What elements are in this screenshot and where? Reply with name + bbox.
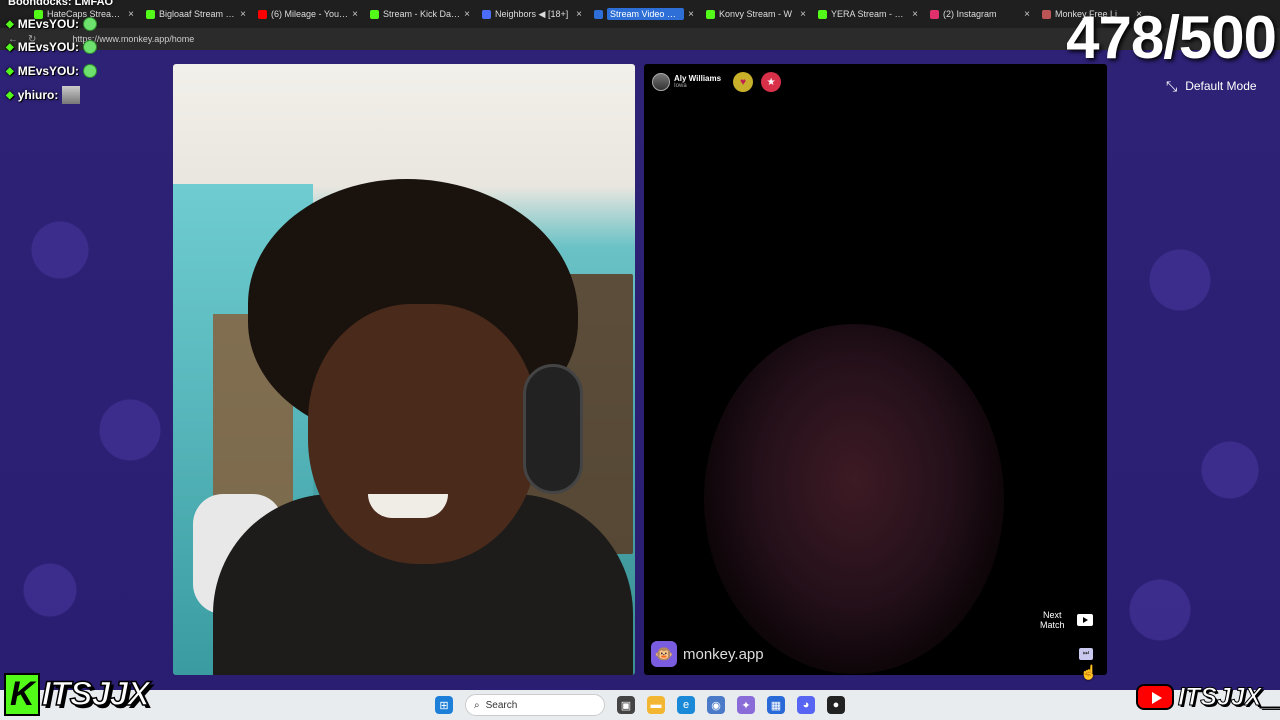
default-mode-label: Default Mode bbox=[1185, 79, 1257, 93]
tab-close-icon[interactable]: × bbox=[576, 9, 582, 20]
next-match-label: Next Match bbox=[1040, 610, 1065, 630]
tab-favicon-icon bbox=[258, 9, 267, 19]
tab-favicon-icon bbox=[482, 9, 491, 19]
browser-tab[interactable]: Stream - Kick Dashb × bbox=[364, 3, 476, 25]
video-person-face bbox=[308, 304, 538, 564]
avatar[interactable] bbox=[652, 73, 670, 91]
local-video-feed bbox=[173, 64, 635, 675]
tab-close-icon[interactable]: × bbox=[912, 9, 918, 20]
tab-label: Stream - Kick Dashb bbox=[383, 9, 461, 19]
browser-tab[interactable]: Neighbors ◀ [18+] × bbox=[476, 3, 588, 25]
brand-text: monkey.app bbox=[683, 645, 764, 663]
chat-line: ◆ yhiuro: bbox=[6, 83, 97, 107]
tab-close-icon[interactable]: × bbox=[464, 9, 470, 20]
tab-label: (6) Mileage - YouTub bbox=[271, 9, 349, 19]
browser-tab[interactable]: Konvy Stream - W × bbox=[700, 3, 812, 25]
kick-gem-icon: ◆ bbox=[6, 65, 14, 77]
app-icon[interactable]: ✦ bbox=[737, 696, 755, 714]
tab-label: Neighbors ◀ [18+] bbox=[495, 8, 569, 19]
tab-close-icon[interactable]: × bbox=[1024, 9, 1030, 20]
youtube-channel-logo: ITSJJX__ bbox=[1136, 680, 1280, 714]
tab-label: Bigloaaf Stream - W bbox=[159, 9, 237, 19]
remote-person bbox=[704, 324, 1004, 674]
discord-icon[interactable]: ◕ bbox=[797, 696, 815, 714]
taskbar-search[interactable]: ⌕ Search bbox=[465, 694, 605, 716]
chat-line: ◆ MEvsYOU: bbox=[6, 13, 98, 35]
collapse-icon: ⤡ bbox=[1166, 77, 1178, 94]
browser-tab[interactable]: Stream Video Content× bbox=[588, 3, 700, 25]
kick-gem-icon: ◆ bbox=[6, 41, 14, 53]
emote-image-icon bbox=[62, 86, 81, 104]
kick-gem-icon: ◆ bbox=[6, 18, 14, 30]
pointer-cursor-icon: ☝ bbox=[1080, 664, 1098, 680]
emote-icon bbox=[83, 17, 98, 31]
remote-video-feed: Aly Williams Iowa ♥ ★ Next Match ⏭ 🐵 mon… bbox=[644, 64, 1107, 675]
tab-close-icon[interactable]: × bbox=[128, 9, 134, 20]
tab-close-icon[interactable]: × bbox=[800, 9, 806, 20]
kick-icon: K bbox=[4, 672, 40, 716]
play-icon bbox=[1076, 614, 1093, 626]
edge-browser-icon[interactable]: e bbox=[677, 696, 695, 714]
browser-tab[interactable]: (2) Instagram × bbox=[924, 3, 1036, 25]
youtube-handle: ITSJJX__ bbox=[1177, 682, 1280, 711]
tab-favicon-icon bbox=[818, 9, 827, 19]
headphones bbox=[523, 364, 583, 494]
app-icon[interactable]: ◉ bbox=[707, 696, 725, 714]
chat-line: ◆ MEvsYOU: bbox=[6, 59, 98, 83]
tab-close-icon[interactable]: × bbox=[688, 9, 694, 20]
kick-channel-logo: K ITSJJX bbox=[4, 672, 151, 716]
heart-badge-icon[interactable]: ♥ bbox=[733, 72, 754, 92]
tab-close-icon[interactable]: × bbox=[352, 9, 358, 20]
browser-tab[interactable]: Bigloaaf Stream - W × bbox=[140, 3, 252, 25]
chat-line: ◆ MEvsYOU: bbox=[6, 35, 98, 59]
windows-start-icon[interactable]: ⊞ bbox=[435, 696, 453, 714]
video-person-smile bbox=[368, 494, 448, 518]
windows-taskbar: ⊞ ⌕ Search ▣ ▬ e ◉ ✦ ▦ ◕ ● bbox=[0, 690, 1280, 720]
chat-top-line: Boondocks: LMFAO bbox=[8, 0, 114, 8]
gift-badge-icon[interactable]: ★ bbox=[761, 72, 782, 92]
chat-username: MEvsYOU: bbox=[17, 17, 80, 31]
search-placeholder: Search bbox=[485, 699, 518, 711]
tab-favicon-icon bbox=[370, 9, 379, 19]
task-view-icon[interactable]: ▣ bbox=[617, 696, 635, 714]
next-match-button[interactable]: Next Match bbox=[1040, 610, 1093, 630]
tab-favicon-icon bbox=[706, 9, 715, 19]
tab-favicon-icon bbox=[594, 9, 603, 19]
remote-user-profile[interactable]: Aly Williams Iowa ♥ ★ bbox=[652, 72, 782, 92]
chat-username: MEvsYOU: bbox=[17, 40, 80, 54]
chat-overlay: ◆ MEvsYOU: ◆ MEvsYOU: ◆ MEvsYOU: ◆ yhiur… bbox=[6, 13, 98, 107]
tab-favicon-icon bbox=[930, 9, 939, 19]
browser-tab[interactable]: YERA Stream - Watch × bbox=[812, 3, 924, 25]
kick-gem-icon: ◆ bbox=[6, 89, 14, 101]
search-icon: ⌕ bbox=[474, 699, 480, 711]
tab-favicon-icon bbox=[1042, 9, 1051, 19]
tab-label: Stream Video Content bbox=[607, 8, 685, 20]
tab-close-icon[interactable]: × bbox=[240, 9, 246, 20]
default-mode-button[interactable]: ⤡ Default Mode bbox=[1158, 72, 1264, 100]
browser-tab[interactable]: (6) Mileage - YouTub × bbox=[252, 3, 364, 25]
obs-icon[interactable]: ● bbox=[827, 696, 845, 714]
file-explorer-icon[interactable]: ▬ bbox=[647, 696, 665, 714]
chat-username: MEvsYOU: bbox=[17, 64, 80, 78]
match-counter: 478/500 bbox=[1066, 4, 1277, 71]
tab-favicon-icon bbox=[146, 9, 155, 19]
remote-user-location: Iowa bbox=[674, 83, 687, 89]
tab-label: YERA Stream - Watch bbox=[831, 9, 908, 19]
tab-label: Konvy Stream - W bbox=[719, 9, 793, 19]
kick-handle: ITSJJX bbox=[41, 674, 151, 714]
emote-icon bbox=[83, 64, 98, 78]
monkey-icon: 🐵 bbox=[651, 641, 677, 667]
monkey-brand: 🐵 monkey.app bbox=[651, 641, 764, 667]
remote-user-name: Aly Williams bbox=[674, 74, 722, 83]
store-icon[interactable]: ▦ bbox=[767, 696, 785, 714]
youtube-icon bbox=[1136, 684, 1174, 710]
chat-username: yhiuro: bbox=[17, 88, 59, 102]
skip-icon[interactable]: ⏭ bbox=[1079, 648, 1093, 660]
tab-label: (2) Instagram bbox=[943, 9, 997, 19]
emote-icon bbox=[83, 40, 98, 54]
